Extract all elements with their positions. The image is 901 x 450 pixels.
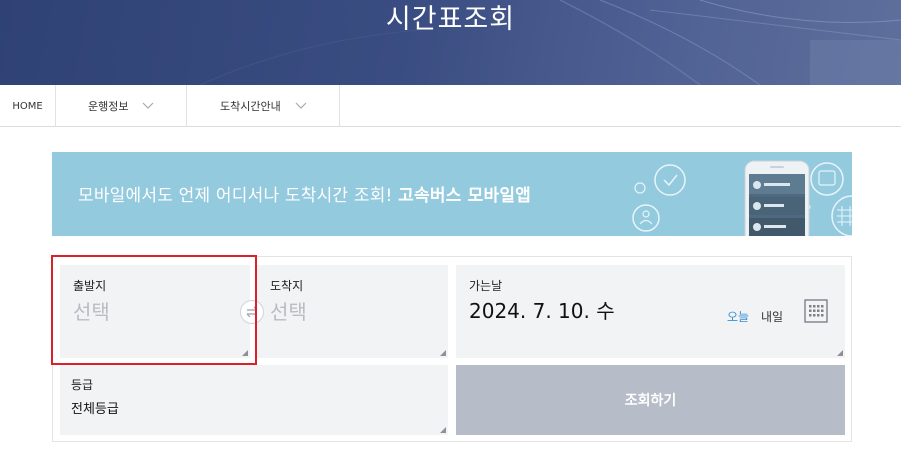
departure-placeholder: 선택 [73, 300, 110, 324]
date-value: 2024. 7. 10. 수 [469, 299, 615, 323]
nav-home-link[interactable]: HOME [0, 85, 56, 127]
chevron-down-icon [295, 102, 307, 109]
search-button[interactable]: 조회하기 [456, 365, 845, 435]
today-link[interactable]: 오늘 [727, 308, 749, 325]
mobile-app-banner[interactable]: 모바일에서도 언제 어디서나 도착시간 조회! 고속버스 모바일앱 [52, 152, 852, 236]
departure-label: 출발지 [73, 279, 107, 293]
departure-select[interactable]: 출발지 선택 [60, 265, 250, 358]
swap-arrows-icon [246, 306, 258, 318]
timetable-search-form: 출발지 선택 도착지 선택 가는날 2024. 7. 10. 수 오늘 내일 등… [52, 256, 852, 442]
corner-arrow-icon [242, 350, 248, 356]
grade-value: 전체등급 [71, 402, 119, 417]
chevron-down-icon [143, 102, 154, 109]
arrival-placeholder: 선택 [270, 300, 307, 324]
corner-arrow-icon [440, 427, 446, 433]
corner-arrow-icon [837, 350, 843, 356]
sub-navigation: HOME 운행정보 도착시간안내 [0, 85, 901, 127]
tomorrow-link[interactable]: 내일 [761, 308, 783, 325]
page-header: 시간표조회 [0, 0, 901, 85]
nav-dropdown-arrival-time[interactable]: 도착시간안내 [187, 85, 340, 127]
nav-dropdown-label: 도착시간안내 [220, 100, 281, 113]
calendar-icon[interactable] [804, 299, 828, 323]
corner-arrow-icon [440, 350, 446, 356]
banner-text: 모바일에서도 언제 어디서나 도착시간 조회! 고속버스 모바일앱 [78, 181, 531, 206]
banner-text-bold: 고속버스 모바일앱 [398, 186, 531, 206]
arrival-select[interactable]: 도착지 선택 [257, 265, 448, 358]
swap-route-button[interactable] [240, 300, 264, 324]
arrival-label: 도착지 [270, 279, 304, 293]
grade-label: 등급 [71, 378, 94, 392]
departure-date-select[interactable]: 가는날 2024. 7. 10. 수 오늘 내일 [456, 265, 845, 358]
nav-dropdown-label: 운행정보 [88, 100, 129, 113]
date-label: 가는날 [469, 279, 503, 293]
grade-select[interactable]: 등급 전체등급 [60, 365, 448, 435]
nav-dropdown-operation-info[interactable]: 운행정보 [56, 85, 187, 127]
banner-text-regular: 모바일에서도 언제 어디서나 도착시간 조회! [78, 186, 399, 206]
page-title: 시간표조회 [385, 4, 516, 35]
mobile-app-illustration [632, 160, 852, 236]
